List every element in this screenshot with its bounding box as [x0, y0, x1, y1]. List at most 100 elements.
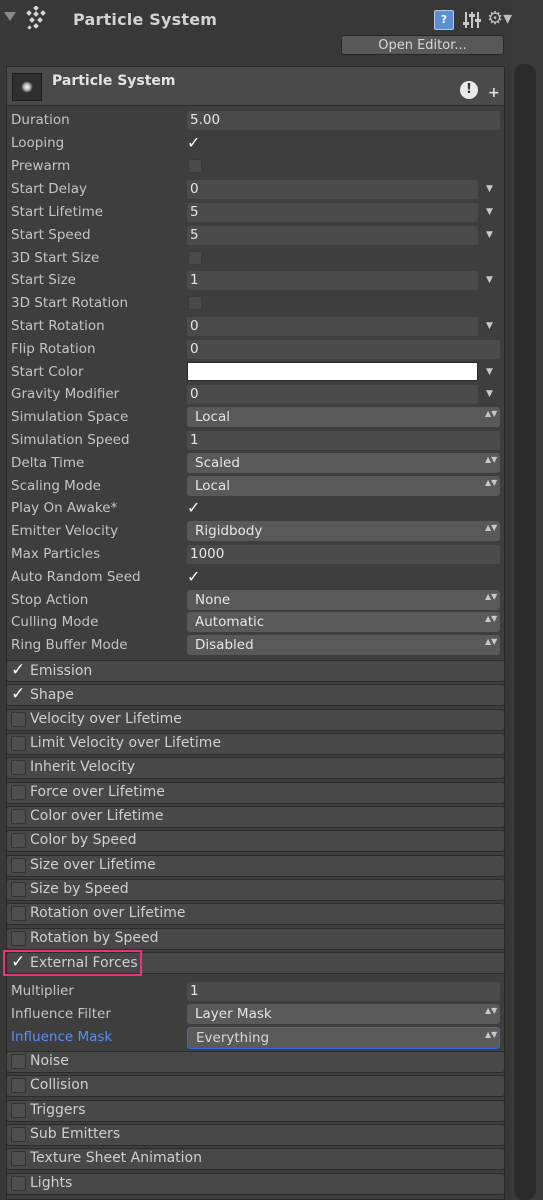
particle-system-icon — [24, 5, 48, 32]
module-collision-checkbox[interactable] — [11, 1078, 26, 1093]
module-color-over-lifetime-checkbox[interactable] — [11, 809, 26, 824]
simulation-space-arrows-icon: ▲▼ — [485, 409, 498, 418]
culling-mode-arrows-icon: ▲▼ — [485, 614, 498, 623]
module-triggers-label: Triggers — [30, 1102, 86, 1118]
auto-random-seed-checkbox[interactable]: ✓ — [187, 569, 200, 585]
scaling-mode-dropdown[interactable] — [187, 476, 500, 496]
main-module-title: Particle System — [52, 73, 176, 89]
stop-action-dropdown[interactable] — [187, 590, 500, 610]
start-speed-label: Start Speed — [11, 227, 91, 243]
module-rotation-by-speed-checkbox[interactable] — [11, 931, 26, 946]
start-size-3d-checkbox[interactable] — [188, 251, 202, 265]
start-speed-mode-arrow[interactable]: ▼ — [486, 230, 493, 240]
start-color-mode-arrow[interactable]: ▼ — [486, 367, 493, 377]
looping-checkbox[interactable]: ✓ — [187, 135, 200, 151]
module-noise-label: Noise — [30, 1053, 69, 1069]
module-force-over-lifetime-checkbox[interactable] — [11, 785, 26, 800]
module-velocity-over-lifetime-checkbox[interactable] — [11, 712, 26, 727]
culling-mode-value: Automatic — [195, 614, 265, 630]
scrollbar-thumb[interactable] — [514, 64, 536, 1200]
flip-rotation-field[interactable] — [187, 340, 500, 359]
start-size-field[interactable] — [187, 271, 478, 290]
start-color-swatch[interactable] — [187, 362, 478, 381]
start-lifetime-field[interactable] — [187, 203, 478, 222]
play-on-awake-checkbox[interactable]: ✓ — [187, 500, 200, 516]
module-lights-checkbox[interactable] — [11, 1176, 26, 1191]
multiplier-label: Multiplier — [11, 983, 74, 999]
open-editor-button[interactable]: Open Editor... — [341, 35, 504, 55]
simulation-speed-value: 1 — [190, 432, 199, 448]
module-color-by-speed-checkbox[interactable] — [11, 833, 26, 848]
influence-mask-label: Influence Mask — [11, 1029, 113, 1045]
emitter-velocity-label: Emitter Velocity — [11, 523, 119, 539]
influence-mask-value: Everything — [196, 1030, 270, 1046]
module-shape-checkbox[interactable]: ✓ — [11, 686, 25, 703]
delta-time-arrows-icon: ▲▼ — [485, 455, 498, 464]
stop-action-label: Stop Action — [11, 592, 89, 608]
module-noise[interactable] — [6, 1051, 505, 1073]
module-collision-label: Collision — [30, 1077, 89, 1093]
influence-filter-label: Influence Filter — [11, 1006, 111, 1022]
module-rotation-by-speed-label: Rotation by Speed — [30, 930, 159, 946]
auto-random-seed-label: Auto Random Seed — [11, 569, 141, 585]
gravity-modifier-label: Gravity Modifier — [11, 386, 120, 402]
module-shape[interactable] — [6, 684, 505, 706]
prewarm-checkbox[interactable] — [188, 159, 202, 173]
foldout-arrow-icon[interactable] — [4, 12, 16, 21]
start-rotation-mode-arrow[interactable]: ▼ — [486, 321, 493, 331]
max-particles-label: Max Particles — [11, 546, 101, 562]
start-rotation-3d-checkbox[interactable] — [188, 296, 202, 310]
start-delay-label: Start Delay — [11, 181, 87, 197]
module-size-over-lifetime-label: Size over Lifetime — [30, 857, 156, 873]
module-triggers-checkbox[interactable] — [11, 1103, 26, 1118]
module-lights[interactable] — [6, 1173, 505, 1195]
duration-field[interactable] — [187, 111, 500, 130]
module-texture-sheet-animation-label: Texture Sheet Animation — [30, 1150, 202, 1166]
module-size-over-lifetime-checkbox[interactable] — [11, 858, 26, 873]
start-lifetime-value: 5 — [190, 204, 199, 220]
start-lifetime-mode-arrow[interactable]: ▼ — [486, 207, 493, 217]
module-texture-sheet-animation-checkbox[interactable] — [11, 1151, 26, 1166]
module-limit-velocity-over-lifetime-checkbox[interactable] — [11, 736, 26, 751]
multiplier-field[interactable] — [187, 982, 500, 1001]
start-size-3d-label: 3D Start Size — [11, 250, 100, 266]
flip-rotation-value: 0 — [190, 341, 199, 357]
delta-time-label: Delta Time — [11, 455, 85, 471]
duration-label: Duration — [11, 112, 70, 128]
module-noise-checkbox[interactable] — [11, 1054, 26, 1069]
stop-action-value: None — [195, 592, 231, 608]
module-force-over-lifetime-label: Force over Lifetime — [30, 784, 165, 800]
gravity-modifier-mode-arrow[interactable]: ▼ — [486, 389, 493, 399]
module-size-by-speed-checkbox[interactable] — [11, 882, 26, 897]
particle-thumbnail-icon — [12, 73, 42, 101]
start-delay-mode-arrow[interactable]: ▼ — [486, 184, 493, 194]
module-velocity-over-lifetime-label: Velocity over Lifetime — [30, 711, 182, 727]
module-inherit-velocity-checkbox[interactable] — [11, 760, 26, 775]
start-speed-value: 5 — [190, 227, 199, 243]
module-sub-emitters-checkbox[interactable] — [11, 1127, 26, 1142]
module-rotation-over-lifetime-checkbox[interactable] — [11, 906, 26, 921]
warning-icon[interactable]: ! — [460, 81, 478, 99]
ring-buffer-mode-arrows-icon: ▲▼ — [485, 637, 498, 646]
scaling-mode-arrows-icon: ▲▼ — [485, 478, 498, 487]
module-emission-checkbox[interactable]: ✓ — [11, 662, 25, 679]
start-size-mode-arrow[interactable]: ▼ — [486, 275, 493, 285]
start-size-label: Start Size — [11, 272, 76, 288]
simulation-speed-field[interactable] — [187, 431, 500, 450]
max-particles-value: 1000 — [190, 546, 225, 562]
add-icon[interactable]: + — [488, 86, 500, 100]
help-book-icon[interactable]: ? — [434, 10, 454, 30]
max-particles-field[interactable] — [187, 545, 500, 564]
preset-sliders-icon[interactable] — [462, 10, 482, 30]
start-rotation-label: Start Rotation — [11, 318, 105, 334]
start-rotation-field[interactable] — [187, 317, 478, 336]
start-delay-field[interactable] — [187, 180, 478, 199]
gravity-modifier-field[interactable] — [187, 385, 478, 404]
gear-icon[interactable]: ⚙▾ — [487, 8, 513, 30]
multiplier-value: 1 — [190, 983, 199, 999]
simulation-space-dropdown[interactable] — [187, 407, 500, 427]
duration-value: 5.00 — [190, 112, 221, 128]
culling-mode-label: Culling Mode — [11, 614, 99, 630]
start-speed-field[interactable] — [187, 226, 478, 245]
start-lifetime-label: Start Lifetime — [11, 204, 104, 220]
